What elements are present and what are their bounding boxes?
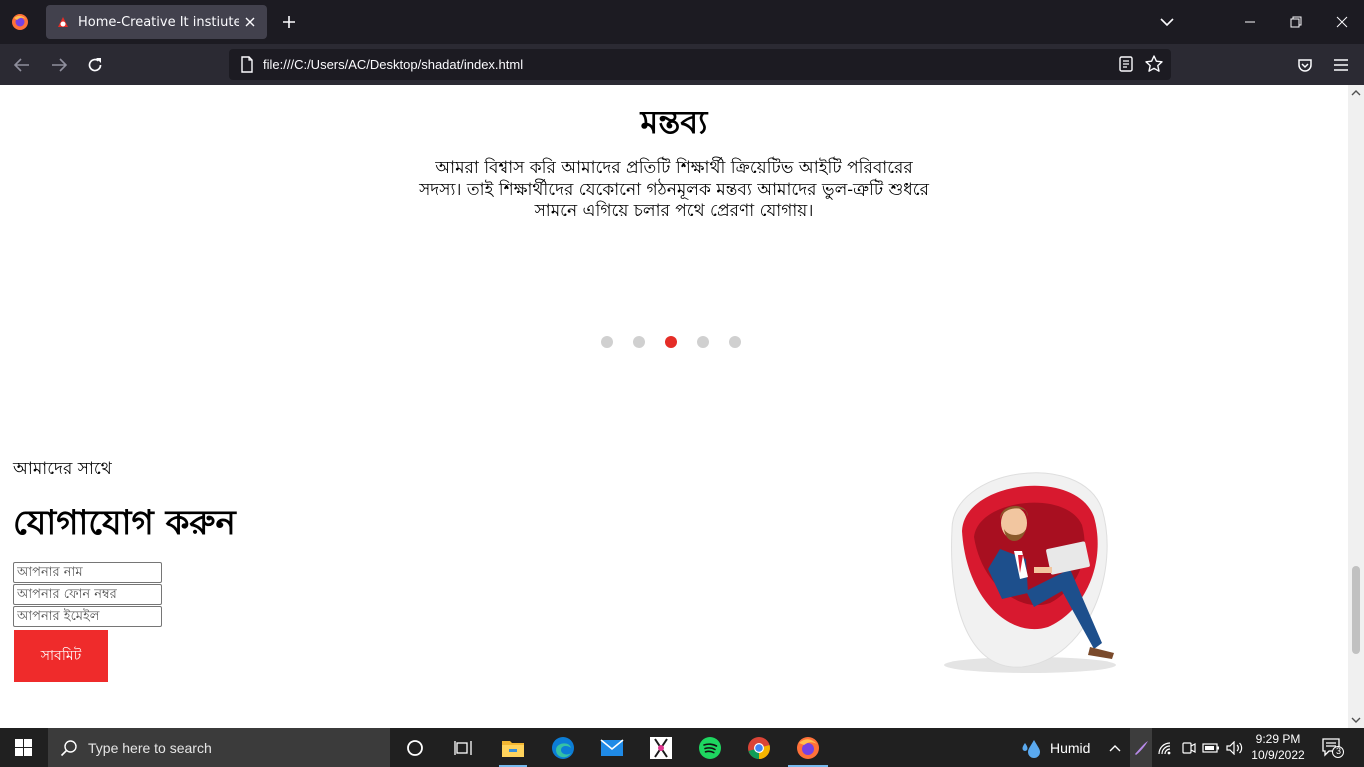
- water-drop-icon: [1022, 740, 1040, 758]
- carousel-dot-3-active[interactable]: [665, 336, 677, 348]
- notification-count-badge: 3: [1335, 746, 1341, 756]
- firefox-view-icon[interactable]: [6, 8, 34, 36]
- windows-taskbar: Type here to search Humid 9:29 PM 10/9/2…: [0, 728, 1364, 767]
- clock-time: 9:29 PM: [1255, 732, 1301, 746]
- battery-icon[interactable]: [1201, 738, 1221, 758]
- clock-date: 10/9/2022: [1251, 748, 1305, 762]
- site-favicon-icon: [58, 17, 68, 27]
- page-document-icon: [241, 56, 253, 73]
- scrollbar-thumb[interactable]: [1352, 566, 1360, 654]
- browser-tab-strip: Home-Creative It instiute: [0, 0, 1364, 44]
- reload-icon[interactable]: [81, 51, 109, 79]
- snipping-tool-icon[interactable]: [647, 734, 675, 762]
- close-window-icon[interactable]: [1328, 8, 1356, 36]
- name-input[interactable]: [13, 562, 162, 583]
- pocket-icon[interactable]: [1291, 51, 1319, 79]
- network-wifi-icon[interactable]: [1155, 738, 1175, 758]
- submit-button[interactable]: সাবমিট: [14, 630, 108, 682]
- pen-workspace-icon[interactable]: [1130, 728, 1152, 767]
- phone-input[interactable]: [13, 584, 162, 605]
- close-tab-icon[interactable]: [239, 11, 261, 33]
- task-view-icon[interactable]: [449, 734, 477, 762]
- action-center-notifications-icon[interactable]: 3: [1322, 738, 1344, 758]
- testimonial-text: আমরা বিশ্বাস করি আমাদের প্রতিটি শিক্ষার্…: [419, 158, 929, 221]
- contact-kicker: আমাদের সাথে: [13, 459, 112, 479]
- tab-title: Home-Creative It instiute: [78, 14, 239, 30]
- firefox-taskbar-icon[interactable]: [794, 734, 822, 762]
- minimize-icon[interactable]: [1236, 8, 1264, 36]
- email-input[interactable]: [13, 606, 162, 627]
- man-in-egg-chair-illustration: [944, 472, 1116, 673]
- taskbar-search-box[interactable]: Type here to search: [48, 728, 390, 767]
- carousel-dot-4[interactable]: [697, 336, 709, 348]
- hamburger-menu-icon[interactable]: [1327, 51, 1355, 79]
- back-arrow-icon[interactable]: [8, 51, 36, 79]
- browser-tab-active[interactable]: Home-Creative It instiute: [46, 5, 267, 39]
- forward-arrow-icon[interactable]: [45, 51, 73, 79]
- address-bar-url[interactable]: file:///C:/Users/AC/Desktop/shadat/index…: [263, 57, 523, 72]
- mail-icon[interactable]: [598, 734, 626, 762]
- scroll-down-arrow-icon[interactable]: [1351, 715, 1361, 725]
- search-icon: [60, 739, 77, 756]
- meet-now-icon[interactable]: [1178, 738, 1198, 758]
- show-hidden-icons-chevron-icon[interactable]: [1105, 738, 1125, 758]
- google-chrome-icon[interactable]: [745, 734, 773, 762]
- carousel-dot-5[interactable]: [729, 336, 741, 348]
- bookmark-star-icon[interactable]: [1144, 54, 1164, 74]
- spotify-icon[interactable]: [696, 734, 724, 762]
- list-all-tabs-chevron-icon[interactable]: [1156, 11, 1178, 33]
- scroll-up-arrow-icon[interactable]: [1351, 88, 1361, 98]
- carousel-dot-1[interactable]: [601, 336, 613, 348]
- windows-start-icon[interactable]: [0, 728, 46, 767]
- testimonial-heading: মন্তব্য: [640, 103, 708, 141]
- taskbar-clock[interactable]: 9:29 PM 10/9/2022: [1248, 731, 1308, 763]
- carousel-dot-2[interactable]: [633, 336, 645, 348]
- taskbar-search-placeholder: Type here to search: [88, 739, 212, 756]
- weather-widget[interactable]: Humid: [1020, 737, 1090, 759]
- page-scrollbar[interactable]: [1348, 85, 1364, 728]
- reader-view-icon[interactable]: [1117, 55, 1135, 73]
- new-tab-plus-icon[interactable]: [278, 11, 300, 33]
- weather-label: Humid: [1050, 740, 1091, 756]
- cortana-icon[interactable]: [401, 734, 429, 762]
- restore-icon[interactable]: [1282, 8, 1310, 36]
- file-explorer-icon[interactable]: [499, 734, 527, 762]
- address-bar[interactable]: file:///C:/Users/AC/Desktop/shadat/index…: [229, 49, 1171, 80]
- carousel-pagination: [601, 336, 741, 350]
- microsoft-edge-icon[interactable]: [549, 734, 577, 762]
- page-viewport: মন্তব্য আমরা বিশ্বাস করি আমাদের প্রতিটি …: [0, 85, 1364, 728]
- volume-speaker-icon[interactable]: [1225, 738, 1245, 758]
- contact-heading: যোগাযোগ করুন: [13, 503, 236, 543]
